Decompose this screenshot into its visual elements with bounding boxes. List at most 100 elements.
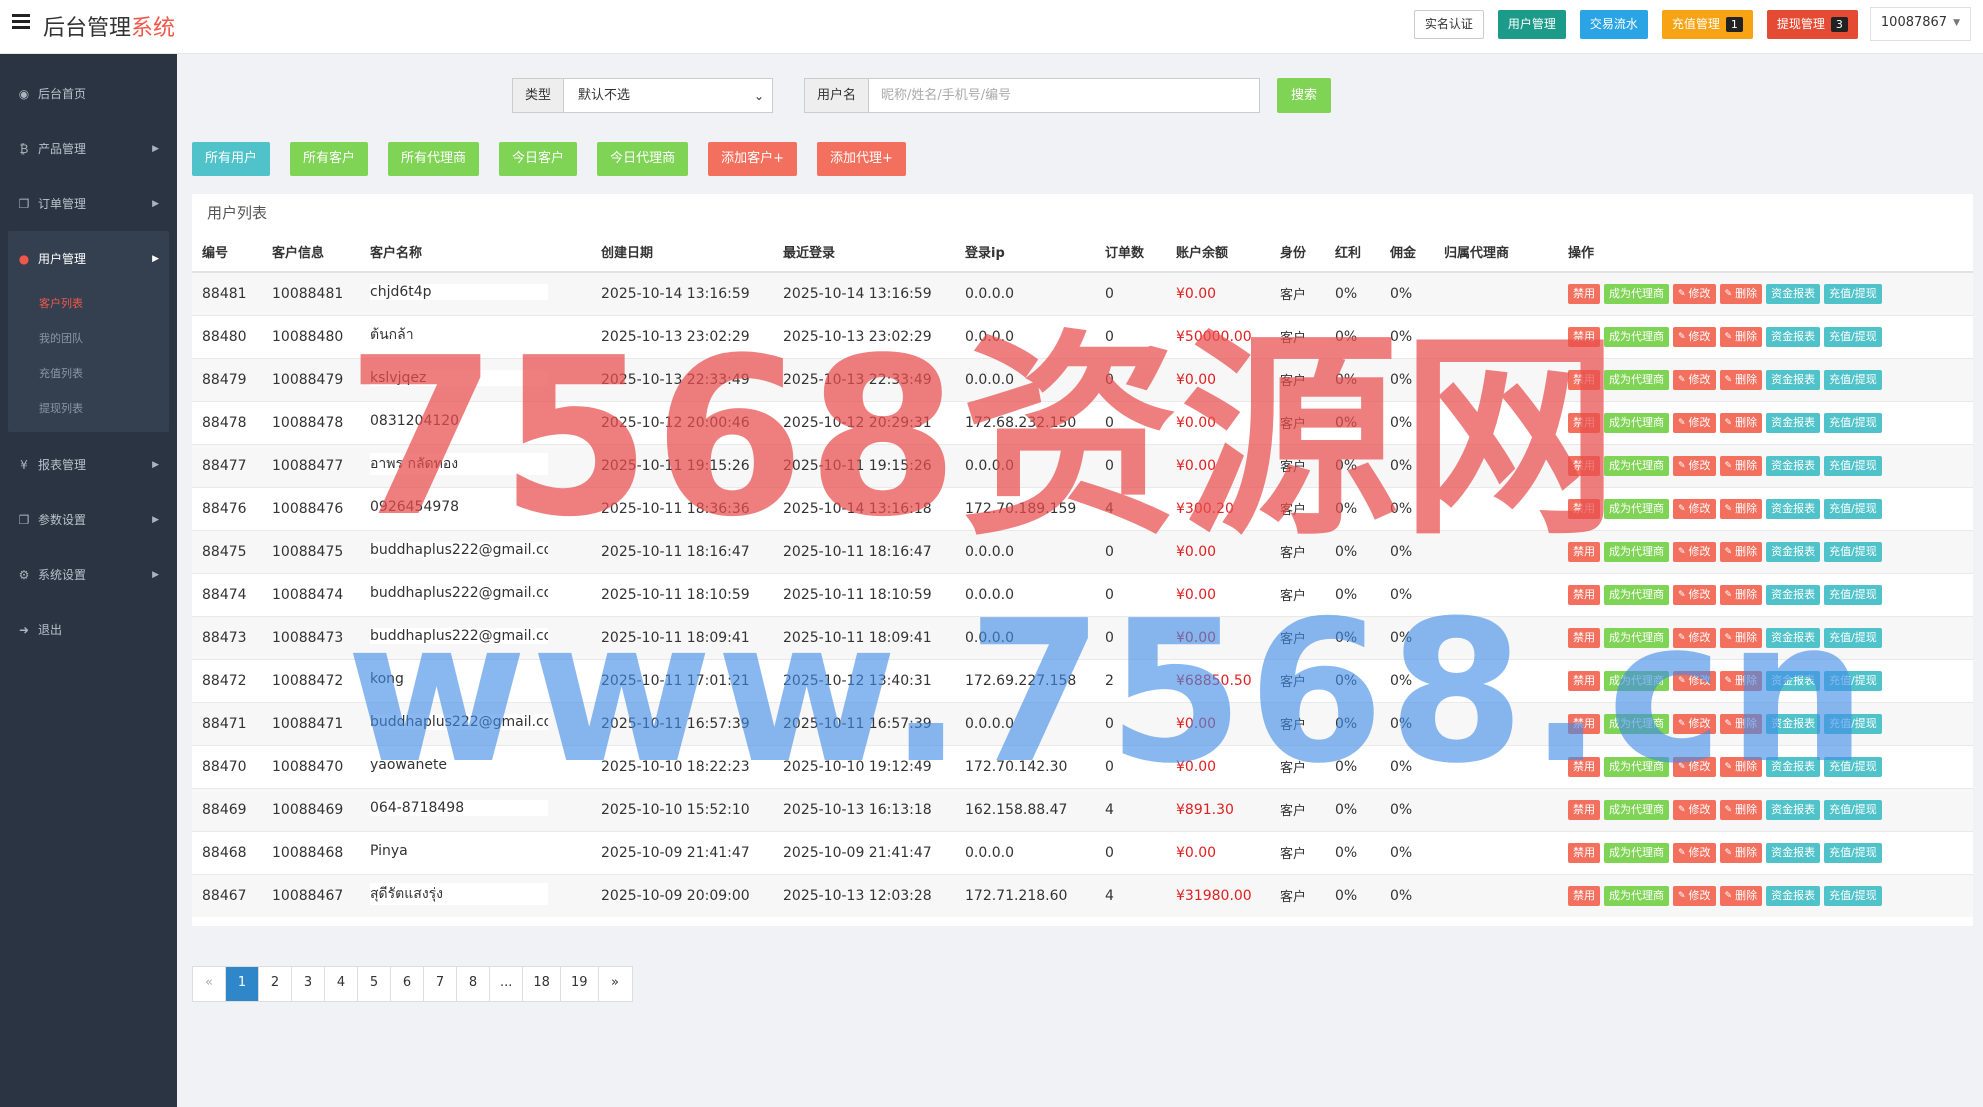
next-page-button[interactable]: »: [599, 967, 632, 1001]
disable-button[interactable]: 禁用: [1568, 498, 1600, 519]
delete-button[interactable]: ✎ 删除: [1719, 885, 1763, 906]
edit-button[interactable]: ✎ 修改: [1673, 326, 1716, 347]
disable-button[interactable]: 禁用: [1568, 627, 1600, 648]
fund-report-button[interactable]: 资金报表: [1766, 498, 1821, 519]
disable-button[interactable]: 禁用: [1568, 455, 1600, 476]
fund-report-button[interactable]: 资金报表: [1766, 670, 1821, 691]
edit-button[interactable]: ✎ 修改: [1673, 455, 1716, 476]
disable-button[interactable]: 禁用: [1568, 541, 1600, 562]
all-agents-button[interactable]: 所有代理商: [388, 142, 480, 176]
verify-button[interactable]: 实名认证: [1413, 9, 1484, 39]
disable-button[interactable]: 禁用: [1568, 584, 1600, 605]
today-customers-button[interactable]: 今日客户: [499, 142, 578, 176]
recharge-withdraw-button[interactable]: 充值/提现: [1824, 455, 1882, 476]
page-button[interactable]: 7: [424, 967, 457, 1001]
fund-report-button[interactable]: 资金报表: [1766, 326, 1821, 347]
edit-button[interactable]: ✎ 修改: [1673, 842, 1716, 863]
make-agent-button[interactable]: 成为代理商: [1604, 627, 1669, 648]
fund-report-button[interactable]: 资金报表: [1766, 799, 1821, 820]
make-agent-button[interactable]: 成为代理商: [1604, 541, 1669, 562]
sidebar-item-logout[interactable]: ➜ 退出: [0, 602, 177, 657]
sidebar-item-orders[interactable]: ❐ 订单管理 ▶: [0, 176, 177, 231]
all-customers-button[interactable]: 所有客户: [290, 142, 369, 176]
recharge-management-button[interactable]: 充值管理 1: [1661, 9, 1753, 39]
make-agent-button[interactable]: 成为代理商: [1604, 455, 1669, 476]
fund-report-button[interactable]: 资金报表: [1766, 584, 1821, 605]
disable-button[interactable]: 禁用: [1568, 799, 1600, 820]
recharge-withdraw-button[interactable]: 充值/提现: [1824, 756, 1882, 777]
make-agent-button[interactable]: 成为代理商: [1604, 498, 1669, 519]
recharge-withdraw-button[interactable]: 充值/提现: [1824, 885, 1882, 906]
fund-report-button[interactable]: 资金报表: [1766, 713, 1821, 734]
edit-button[interactable]: ✎ 修改: [1673, 369, 1716, 390]
edit-button[interactable]: ✎ 修改: [1673, 670, 1716, 691]
disable-button[interactable]: 禁用: [1568, 885, 1600, 906]
edit-button[interactable]: ✎ 修改: [1673, 283, 1716, 304]
page-button[interactable]: 5: [358, 967, 391, 1001]
make-agent-button[interactable]: 成为代理商: [1604, 713, 1669, 734]
delete-button[interactable]: ✎ 删除: [1719, 412, 1763, 433]
delete-button[interactable]: ✎ 删除: [1719, 326, 1763, 347]
disable-button[interactable]: 禁用: [1568, 326, 1600, 347]
page-button[interactable]: 8: [457, 967, 490, 1001]
sidebar-subitem-my-team[interactable]: 我的团队: [8, 321, 169, 356]
sidebar-item-products[interactable]: ₿ 产品管理 ▶: [0, 121, 177, 176]
make-agent-button[interactable]: 成为代理商: [1604, 756, 1669, 777]
delete-button[interactable]: ✎ 删除: [1719, 713, 1763, 734]
edit-button[interactable]: ✎ 修改: [1673, 541, 1716, 562]
edit-button[interactable]: ✎ 修改: [1673, 584, 1716, 605]
recharge-withdraw-button[interactable]: 充值/提现: [1824, 842, 1882, 863]
page-button[interactable]: 18: [523, 967, 561, 1001]
delete-button[interactable]: ✎ 删除: [1719, 670, 1763, 691]
fund-report-button[interactable]: 资金报表: [1766, 627, 1821, 648]
fund-report-button[interactable]: 资金报表: [1766, 283, 1821, 304]
delete-button[interactable]: ✎ 删除: [1719, 842, 1763, 863]
make-agent-button[interactable]: 成为代理商: [1604, 885, 1669, 906]
make-agent-button[interactable]: 成为代理商: [1604, 842, 1669, 863]
disable-button[interactable]: 禁用: [1568, 283, 1600, 304]
menu-toggle-icon[interactable]: [12, 14, 30, 30]
recharge-withdraw-button[interactable]: 充值/提现: [1824, 799, 1882, 820]
delete-button[interactable]: ✎ 删除: [1719, 541, 1763, 562]
edit-button[interactable]: ✎ 修改: [1673, 885, 1716, 906]
page-button[interactable]: 3: [292, 967, 325, 1001]
delete-button[interactable]: ✎ 删除: [1719, 369, 1763, 390]
account-dropdown[interactable]: 10087867 ▼: [1869, 7, 1971, 41]
page-button[interactable]: 6: [391, 967, 424, 1001]
disable-button[interactable]: 禁用: [1568, 842, 1600, 863]
recharge-withdraw-button[interactable]: 充值/提现: [1824, 584, 1882, 605]
delete-button[interactable]: ✎ 删除: [1719, 756, 1763, 777]
page-button[interactable]: 4: [325, 967, 358, 1001]
sidebar-item-system[interactable]: ⚙ 系统设置 ▶: [0, 547, 177, 602]
add-agent-button[interactable]: 添加代理+: [816, 142, 906, 176]
prev-page-button[interactable]: «: [193, 967, 226, 1001]
fund-report-button[interactable]: 资金报表: [1766, 842, 1821, 863]
edit-button[interactable]: ✎ 修改: [1673, 756, 1716, 777]
withdraw-management-button[interactable]: 提现管理 3: [1766, 9, 1858, 39]
edit-button[interactable]: ✎ 修改: [1673, 627, 1716, 648]
delete-button[interactable]: ✎ 删除: [1719, 283, 1763, 304]
delete-button[interactable]: ✎ 删除: [1719, 584, 1763, 605]
disable-button[interactable]: 禁用: [1568, 713, 1600, 734]
disable-button[interactable]: 禁用: [1568, 369, 1600, 390]
make-agent-button[interactable]: 成为代理商: [1604, 326, 1669, 347]
recharge-withdraw-button[interactable]: 充值/提现: [1824, 670, 1882, 691]
edit-button[interactable]: ✎ 修改: [1673, 799, 1716, 820]
sidebar-item-home[interactable]: ◉ 后台首页: [0, 66, 177, 121]
make-agent-button[interactable]: 成为代理商: [1604, 799, 1669, 820]
all-users-button[interactable]: 所有用户: [192, 142, 271, 176]
disable-button[interactable]: 禁用: [1568, 670, 1600, 691]
delete-button[interactable]: ✎ 删除: [1719, 498, 1763, 519]
recharge-withdraw-button[interactable]: 充值/提现: [1824, 326, 1882, 347]
make-agent-button[interactable]: 成为代理商: [1604, 412, 1669, 433]
recharge-withdraw-button[interactable]: 充值/提现: [1824, 541, 1882, 562]
delete-button[interactable]: ✎ 删除: [1719, 627, 1763, 648]
sidebar-item-reports[interactable]: ¥ 报表管理 ▶: [0, 437, 177, 492]
make-agent-button[interactable]: 成为代理商: [1604, 283, 1669, 304]
recharge-withdraw-button[interactable]: 充值/提现: [1824, 283, 1882, 304]
username-search-input[interactable]: 昵称/姓名/手机号/编号: [869, 79, 1259, 112]
user-management-button[interactable]: 用户管理: [1497, 9, 1566, 39]
disable-button[interactable]: 禁用: [1568, 412, 1600, 433]
edit-button[interactable]: ✎ 修改: [1673, 498, 1716, 519]
recharge-withdraw-button[interactable]: 充值/提现: [1824, 627, 1882, 648]
